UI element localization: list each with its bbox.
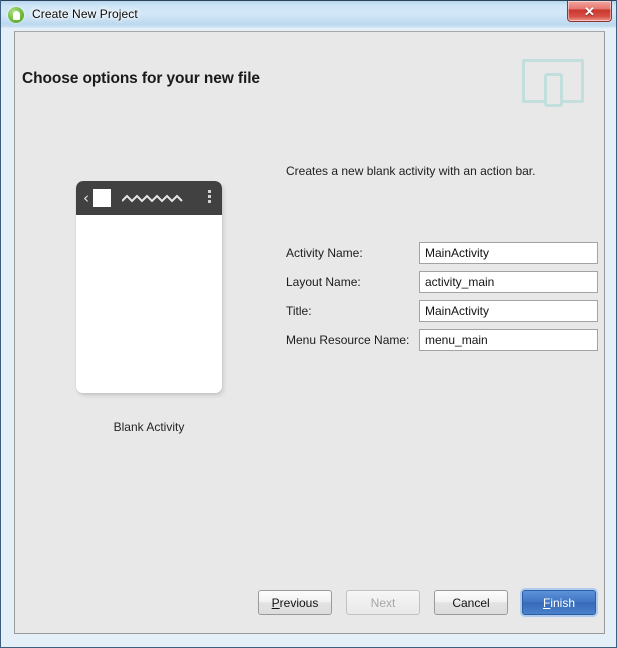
activity-name-label: Activity Name: (286, 245, 363, 260)
overflow-menu-icon (208, 190, 211, 203)
create-new-project-window: Create New Project ✕ Choose options for … (0, 0, 617, 648)
next-label: Next (370, 595, 396, 610)
layout-name-label: Layout Name: (286, 274, 361, 289)
next-button: Next (346, 590, 420, 615)
title-input[interactable] (419, 299, 598, 322)
options-form: Activity Name: Layout Name: Title: Menu … (286, 238, 598, 354)
previous-button[interactable]: Previous (258, 590, 332, 615)
form-row-title: Title: (286, 296, 598, 325)
finish-mnemonic: F (542, 595, 551, 610)
close-icon: ✕ (584, 3, 595, 19)
android-icon (8, 6, 24, 23)
squiggle-line-icon (122, 194, 183, 202)
window-title: Create New Project (32, 7, 138, 21)
cancel-button[interactable]: Cancel (434, 590, 508, 615)
previous-label: revious (279, 595, 319, 610)
dialog-footer: Previous Next Cancel Finish (15, 590, 606, 615)
layout-name-input[interactable] (419, 270, 598, 293)
back-chevron-icon: ‹ (83, 188, 89, 207)
finish-button[interactable]: Finish (522, 590, 596, 615)
template-preview[interactable]: ‹ (76, 181, 222, 393)
template-description: Creates a new blank activity with an act… (286, 164, 536, 178)
title-bar: Create New Project ✕ (1, 0, 616, 28)
cancel-label: Cancel (452, 595, 490, 610)
menu-resource-name-input[interactable] (419, 328, 598, 351)
page-title: Choose options for your new file (22, 70, 260, 87)
previous-mnemonic: P (271, 595, 280, 610)
phone-outline (544, 73, 563, 107)
preview-content-area (76, 215, 222, 393)
title-label: Title: (286, 303, 312, 318)
preview-caption: Blank Activity (113, 420, 185, 434)
activity-name-input[interactable] (419, 241, 598, 264)
menu-resource-name-label: Menu Resource Name: (286, 332, 410, 347)
app-square-icon (93, 189, 111, 207)
finish-label: inish (550, 595, 576, 610)
dialog-content-panel: Choose options for your new file ‹ Blank… (14, 31, 605, 634)
tablet-phone-icon (522, 59, 584, 107)
close-button[interactable]: ✕ (567, 1, 612, 22)
preview-action-bar: ‹ (76, 181, 222, 215)
form-row-activity-name: Activity Name: (286, 238, 598, 267)
form-row-menu-resource-name: Menu Resource Name: (286, 325, 598, 354)
form-row-layout-name: Layout Name: (286, 267, 598, 296)
